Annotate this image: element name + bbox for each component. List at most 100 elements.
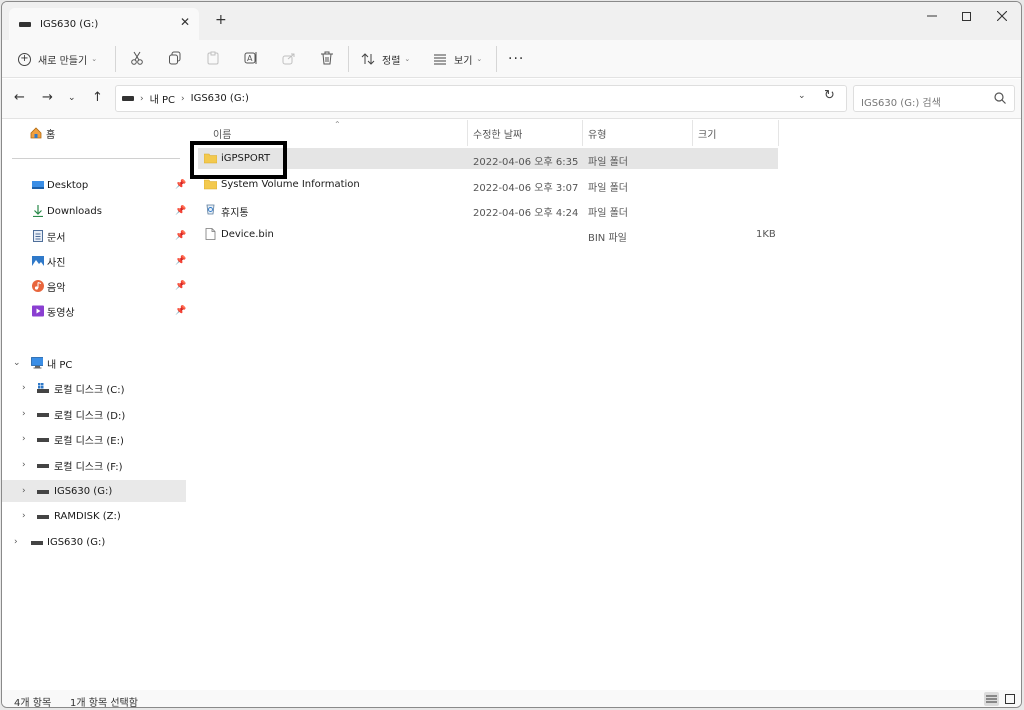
share-button[interactable] <box>280 49 298 67</box>
file-date: 2022-04-06 오후 6:35 <box>473 157 579 168</box>
tab-igs630[interactable]: IGS630 (G:) ✕ <box>9 8 199 40</box>
plus-circle-icon: + <box>18 52 31 66</box>
details-view-button[interactable] <box>984 692 999 706</box>
more-options-button[interactable]: ··· <box>508 51 524 67</box>
new-button[interactable]: + 새로 만들기 ⌄ <box>18 48 97 70</box>
forward-button[interactable]: → <box>42 90 53 105</box>
drive-icon <box>37 464 49 468</box>
sidebar-item-downloads[interactable]: Downloads 📌 <box>2 200 186 222</box>
sidebar-item-desktop[interactable]: Desktop 📌 <box>2 174 186 196</box>
column-divider[interactable] <box>467 120 468 146</box>
minimize-icon <box>927 15 937 17</box>
share-icon <box>282 53 295 65</box>
close-window-button[interactable] <box>985 6 1019 26</box>
drive-icon <box>37 515 49 519</box>
file-row-device-bin[interactable]: Device.bin BIN 파일 1KB <box>198 224 778 245</box>
file-row-igpsport[interactable]: iGPSPORT 2022-04-06 오후 6:35 파일 폴더 <box>198 148 778 169</box>
maximize-button[interactable] <box>949 6 983 26</box>
sidebar-item-drive-z[interactable]: › RAMDISK (Z:) <box>2 505 186 527</box>
file-name: 휴지통 <box>221 208 249 219</box>
sidebar-item-this-pc[interactable]: ⌄ 내 PC <box>2 352 186 374</box>
clipboard-icon <box>207 51 219 65</box>
recycle-bin-icon <box>206 204 215 215</box>
address-bar[interactable]: › 내 PC › IGS630 (G:) <box>115 85 847 112</box>
sidebar-item-label: 동영상 <box>47 307 75 319</box>
sort-button[interactable]: 정렬 ⌄ <box>361 48 410 70</box>
sidebar-item-drive-d[interactable]: › 로컬 디스크 (D:) <box>2 403 186 425</box>
maximize-icon <box>961 11 971 21</box>
column-divider[interactable] <box>778 120 779 146</box>
chevron-right-icon[interactable]: › <box>14 537 18 547</box>
chevron-right-icon[interactable]: › <box>22 434 26 444</box>
copy-button[interactable] <box>166 49 184 67</box>
chevron-down-icon[interactable]: ⌄ <box>13 358 21 368</box>
tab-close-icon[interactable]: ✕ <box>177 15 193 29</box>
breadcrumb-igs630[interactable]: IGS630 (G:) <box>191 93 249 104</box>
toolbar-divider <box>496 46 497 72</box>
sidebar-item-videos[interactable]: 동영상 📌 <box>2 300 186 322</box>
sidebar-item-label: 로컬 디스크 (F:) <box>54 461 123 473</box>
drive-icon <box>122 96 134 101</box>
view-button[interactable]: 보기 ⌄ <box>433 48 482 70</box>
navigation-pane: 홈 Desktop 📌 Downloads 📌 문서 📌 사진 📌 음악 📌 동… <box>2 120 188 690</box>
sidebar-item-drive-e[interactable]: › 로컬 디스크 (E:) <box>2 428 186 450</box>
sidebar-item-documents[interactable]: 문서 📌 <box>2 225 186 247</box>
pin-icon[interactable]: 📌 <box>175 256 186 266</box>
view-label: 보기 <box>454 55 473 67</box>
sidebar-item-label: Desktop <box>47 179 89 191</box>
sort-ascending-icon: ⌃ <box>334 120 341 129</box>
command-bar: + 새로 만들기 ⌄ A 정렬 ⌄ 보기 ⌄ ··· <box>2 40 1021 78</box>
pin-icon[interactable]: 📌 <box>175 281 186 291</box>
column-divider[interactable] <box>582 120 583 146</box>
minimize-button[interactable] <box>915 6 949 26</box>
cut-button[interactable] <box>128 49 146 67</box>
file-row-recycle-bin[interactable]: 휴지통 2022-04-06 오후 4:24 파일 폴더 <box>198 199 778 220</box>
pin-icon[interactable]: 📌 <box>175 306 186 316</box>
search-input[interactable]: IGS630 (G:) 검색 <box>853 85 1015 112</box>
close-icon <box>997 11 1007 21</box>
toolbar-divider <box>348 46 349 72</box>
chevron-right-icon[interactable]: › <box>22 486 26 496</box>
column-header-name[interactable]: 이름 <box>213 120 231 146</box>
sidebar-item-drive-g[interactable]: › IGS630 (G:) <box>2 480 186 502</box>
sidebar-item-home[interactable]: 홈 <box>2 122 186 144</box>
pin-icon[interactable]: 📌 <box>175 231 186 241</box>
chevron-right-icon[interactable]: › <box>22 460 26 470</box>
sort-icon <box>361 53 375 65</box>
title-bar: IGS630 (G:) ✕ + <box>2 2 1021 40</box>
sidebar-item-external-drive-g[interactable]: › IGS630 (G:) <box>2 531 186 553</box>
chevron-right-icon[interactable]: › <box>22 409 26 419</box>
pin-icon[interactable]: 📌 <box>175 180 186 190</box>
chevron-right-icon[interactable]: › <box>22 511 26 521</box>
tiles-view-icon <box>1004 694 1015 704</box>
new-label: 새로 만들기 <box>38 55 88 67</box>
address-history-dropdown[interactable]: ⌄ <box>798 91 806 101</box>
column-header-label: 크기 <box>698 129 717 141</box>
sidebar-item-pictures[interactable]: 사진 📌 <box>2 250 186 272</box>
chevron-right-icon[interactable]: › <box>22 383 26 393</box>
column-divider[interactable] <box>692 120 693 146</box>
tiles-view-button[interactable] <box>1002 692 1017 706</box>
file-row-system-volume-information[interactable]: System Volume Information 2022-04-06 오후 … <box>198 174 778 195</box>
up-button[interactable]: ↑ <box>92 90 103 105</box>
sidebar-item-drive-c[interactable]: › 로컬 디스크 (C:) <box>2 377 186 399</box>
paste-button[interactable] <box>204 49 222 67</box>
file-type: 파일 폴더 <box>588 208 628 219</box>
column-header-type[interactable]: 유형 <box>588 120 606 146</box>
column-header-date[interactable]: 수정한 날짜 <box>473 120 522 146</box>
chevron-down-icon: ⌄ <box>91 55 98 63</box>
new-tab-button[interactable]: + <box>215 12 227 28</box>
pin-icon[interactable]: 📌 <box>175 206 186 216</box>
breadcrumb-this-pc[interactable]: 내 PC <box>150 91 175 106</box>
back-button[interactable]: ← <box>14 90 25 105</box>
refresh-button[interactable]: ↻ <box>824 88 835 103</box>
sidebar-item-label: 내 PC <box>47 359 73 371</box>
column-header-size[interactable]: 크기 <box>698 120 716 146</box>
tab-title: IGS630 (G:) <box>40 18 99 30</box>
sidebar-item-label: 문서 <box>47 232 66 244</box>
sidebar-item-music[interactable]: 음악 📌 <box>2 275 186 297</box>
rename-button[interactable]: A <box>242 49 260 67</box>
delete-button[interactable] <box>318 49 336 67</box>
sidebar-item-drive-f[interactable]: › 로컬 디스크 (F:) <box>2 454 186 476</box>
recent-locations-button[interactable]: ⌄ <box>68 93 76 103</box>
